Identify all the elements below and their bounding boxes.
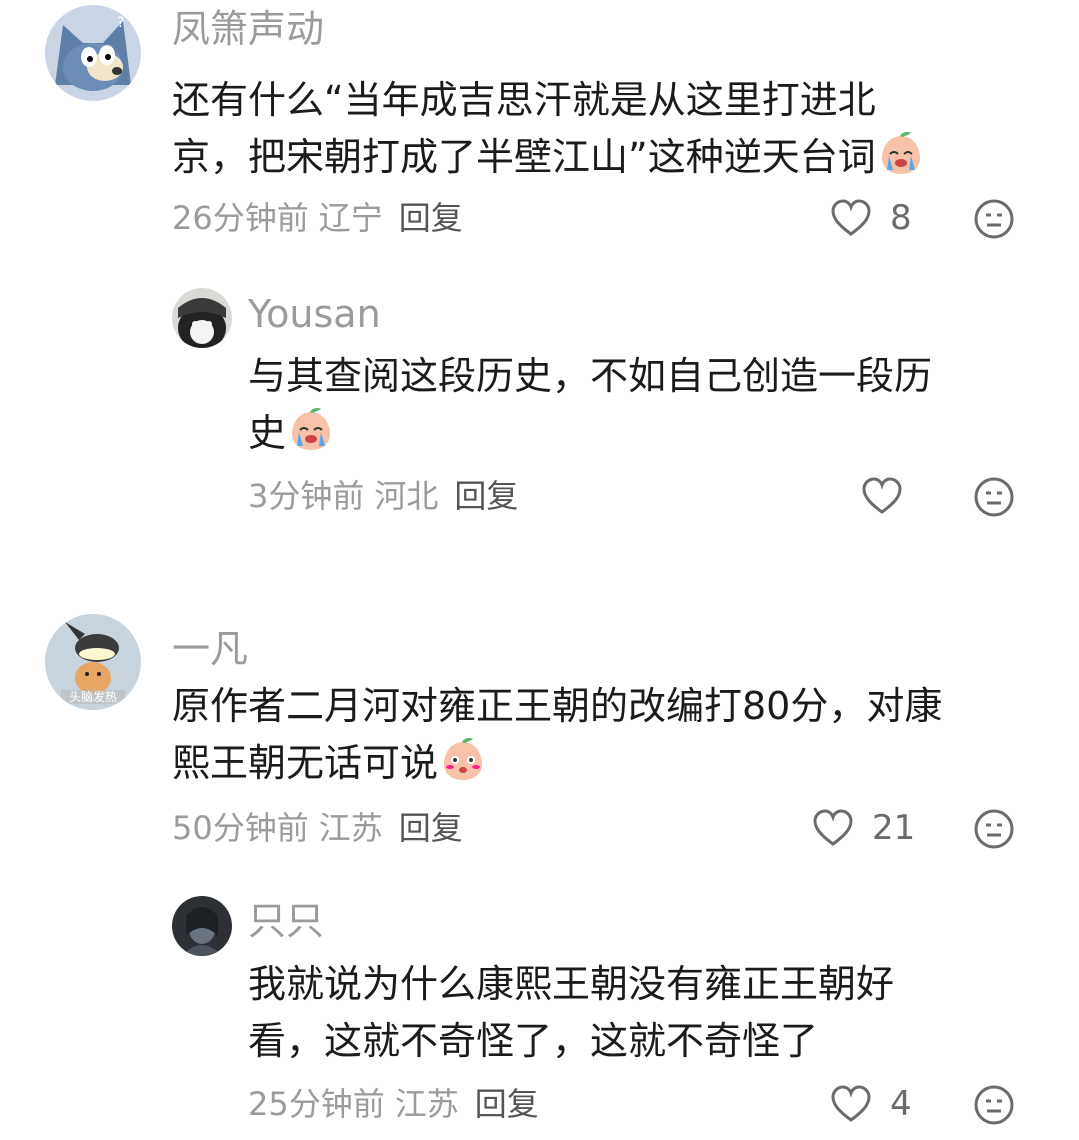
heart-icon[interactable]	[830, 198, 872, 238]
comment-text-line: 我就说为什么康熙王朝没有雍正王朝好	[248, 962, 895, 1006]
neutral-face-icon[interactable]	[973, 1084, 1015, 1126]
like-count: 21	[872, 808, 916, 848]
comment-item: ? 凤箫声动 还有什么“当年成吉思汗就是从这里打进北 京，把宋朝打成了半壁江山”…	[0, 0, 1079, 260]
comment-text-line: 原作者二月河对雍正王朝的改编打80分，对康	[172, 684, 943, 728]
cartoon-cat-avatar[interactable]: ?	[45, 5, 141, 101]
comment-time: 25分钟前	[248, 1085, 385, 1123]
crying-peach-emoji	[288, 406, 334, 452]
neutral-face-icon[interactable]	[973, 198, 1015, 240]
comment-time: 3分钟前	[248, 477, 365, 515]
comment-text: 我就说为什么康熙王朝没有雍正王朝好 看，这就不奇怪了，这就不奇怪了	[248, 956, 1048, 1070]
shy-peach-emoji	[440, 736, 486, 782]
comment-location: 河北	[374, 477, 439, 515]
heart-icon[interactable]	[812, 808, 854, 848]
comment-time: 26分钟前	[172, 199, 309, 237]
reply-button[interactable]: 回复	[475, 1085, 539, 1123]
comment-meta: 50分钟前 江苏 回复	[172, 812, 473, 844]
comment-location: 辽宁	[318, 199, 383, 237]
comment-time: 50分钟前	[172, 809, 309, 847]
comment-username[interactable]: 一凡	[172, 630, 248, 668]
comment-meta: 3分钟前 河北 回复	[248, 480, 528, 512]
reply-button[interactable]: 回复	[399, 809, 463, 847]
black-white-cat-avatar[interactable]	[172, 288, 232, 348]
like-count: 4	[890, 1084, 912, 1124]
reply-item: 只只 我就说为什么康熙王朝没有雍正王朝好 看，这就不奇怪了，这就不奇怪了 25分…	[0, 890, 1079, 1140]
comment-item: 头脑发热 一凡 原作者二月河对雍正王朝的改编打80分，对康 熙王朝无话可说 50…	[0, 610, 1079, 870]
svg-text:?: ?	[117, 15, 124, 31]
neutral-face-icon[interactable]	[973, 808, 1015, 850]
comment-text-line: 京，把宋朝打成了半壁江山”这种逆天台词	[172, 135, 876, 179]
neutral-face-icon[interactable]	[973, 476, 1015, 518]
heart-icon[interactable]	[861, 476, 903, 516]
cat-under-lamp-avatar[interactable]: 头脑发热	[45, 614, 141, 710]
comment-username[interactable]: Yousan	[248, 295, 381, 333]
like-count: 8	[890, 198, 912, 238]
comment-username[interactable]: 凤箫声动	[172, 10, 324, 48]
comment-text: 与其查阅这段历史，不如自己创造一段历 史	[248, 348, 1048, 462]
comment-meta: 25分钟前 江苏 回复	[248, 1088, 549, 1120]
comment-text-line: 与其查阅这段历史，不如自己创造一段历	[248, 354, 933, 398]
comment-text-line: 还有什么“当年成吉思汗就是从这里打进北	[172, 78, 876, 122]
crying-peach-emoji	[878, 130, 924, 176]
comment-location: 江苏	[318, 809, 383, 847]
reply-button[interactable]: 回复	[454, 477, 518, 515]
comment-location: 江苏	[394, 1085, 459, 1123]
comment-text-line: 史	[248, 411, 287, 455]
dark-figure-avatar[interactable]	[172, 896, 232, 956]
reply-item: Yousan 与其查阅这段历史，不如自己创造一段历 史 3分钟前 河北 回复	[0, 280, 1079, 540]
reply-button[interactable]: 回复	[399, 199, 463, 237]
comment-meta: 26分钟前 辽宁 回复	[172, 202, 473, 234]
comment-text: 还有什么“当年成吉思汗就是从这里打进北 京，把宋朝打成了半壁江山”这种逆天台词	[172, 72, 1042, 186]
comment-text: 原作者二月河对雍正王朝的改编打80分，对康 熙王朝无话可说	[172, 678, 1052, 792]
comment-text-line: 熙王朝无话可说	[172, 741, 439, 785]
heart-icon[interactable]	[830, 1084, 872, 1124]
comment-username[interactable]: 只只	[248, 902, 324, 940]
comment-text-line: 看，这就不奇怪了，这就不奇怪了	[248, 1019, 819, 1063]
avatar-caption: 头脑发热	[69, 689, 117, 704]
